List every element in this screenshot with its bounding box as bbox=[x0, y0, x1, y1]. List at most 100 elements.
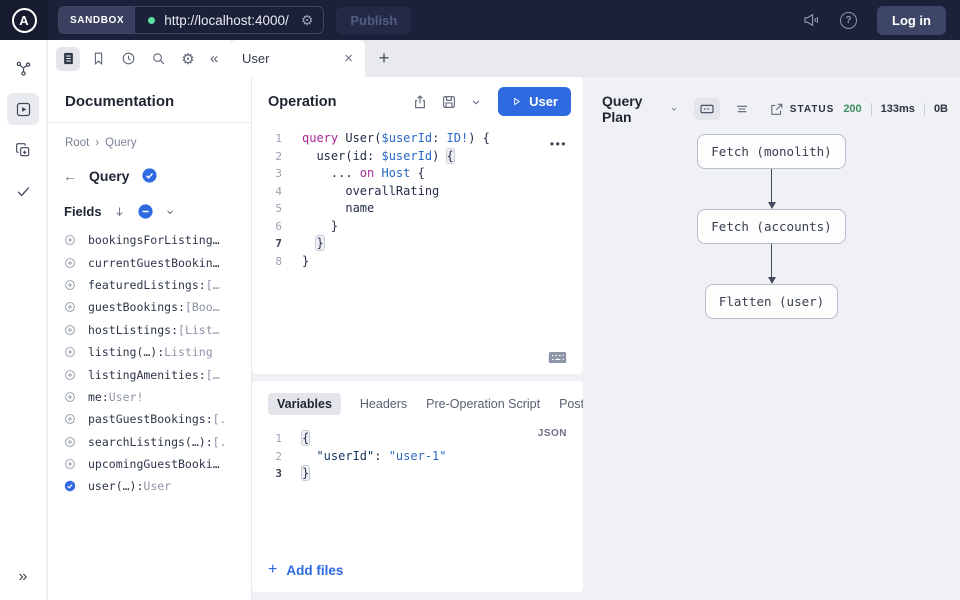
doc-field-item[interactable]: upcomingGuestBooki… bbox=[63, 453, 251, 475]
doc-field-item[interactable]: me: User! bbox=[63, 386, 251, 408]
fields-header: Fields bbox=[48, 184, 251, 220]
save-operation-icon[interactable] bbox=[441, 94, 457, 110]
editor-overflow-menu-icon[interactable]: ••• bbox=[550, 137, 567, 151]
editor-line: 6 } bbox=[252, 218, 583, 236]
open-external-icon[interactable] bbox=[764, 98, 790, 120]
documentation-title: Documentation bbox=[48, 77, 251, 122]
query-plan-node: Fetch (monolith) bbox=[697, 134, 845, 169]
editor-line: 8} bbox=[252, 253, 583, 271]
line-number: 3 bbox=[252, 165, 286, 183]
doc-field-item[interactable]: hostListings: [List… bbox=[63, 319, 251, 341]
add-field-icon bbox=[63, 300, 77, 314]
type-name: Query bbox=[89, 168, 129, 184]
deselect-all-icon[interactable] bbox=[137, 203, 154, 220]
doc-field-item[interactable]: currentGuestBookin… bbox=[63, 251, 251, 273]
query-plan-header: Query Plan STATUS 200 133ms 0B bbox=[583, 77, 960, 125]
breadcrumb-root[interactable]: Root bbox=[65, 137, 89, 149]
expand-rail-icon[interactable]: » bbox=[19, 568, 28, 586]
run-operation-button[interactable]: User bbox=[498, 87, 571, 116]
share-operation-icon[interactable] bbox=[412, 94, 428, 110]
code-line: ... on Host { bbox=[286, 165, 425, 183]
operation-editor[interactable]: 1query User($userId: ID!) {2 user(id: $u… bbox=[252, 130, 583, 270]
tab-close-icon[interactable]: × bbox=[344, 50, 353, 67]
add-field-icon bbox=[63, 345, 77, 359]
query-plan-node: Fetch (accounts) bbox=[697, 209, 845, 244]
operation-actions: User bbox=[412, 87, 571, 116]
field-name: pastGuestBookings: bbox=[88, 412, 213, 426]
announcements-icon[interactable] bbox=[802, 11, 820, 29]
query-plan-title: Query Plan bbox=[602, 93, 662, 125]
plan-view-switcher bbox=[694, 98, 790, 120]
connectors-icon[interactable] bbox=[7, 134, 39, 166]
field-name: guestBookings: bbox=[88, 300, 185, 314]
save-chevron-down-icon[interactable] bbox=[470, 96, 482, 108]
editor-line: 3} bbox=[252, 465, 583, 483]
plan-text-view-icon[interactable] bbox=[729, 98, 755, 120]
line-number: 5 bbox=[252, 200, 286, 218]
doc-field-item[interactable]: pastGuestBookings: [. bbox=[63, 408, 251, 430]
bookmarks-icon[interactable] bbox=[86, 47, 110, 71]
apollo-logo[interactable]: A bbox=[0, 0, 48, 40]
plan-arrow bbox=[768, 244, 776, 284]
field-name: user(…): bbox=[88, 479, 143, 493]
doc-field-item[interactable]: featuredListings: [… bbox=[63, 274, 251, 296]
doc-field-item[interactable]: user(…): User bbox=[63, 475, 251, 497]
doc-field-item[interactable]: listing(…): Listing bbox=[63, 341, 251, 363]
endpoint-url-box[interactable]: SANDBOX http://localhost:4000/ ⚙ bbox=[58, 6, 324, 34]
breadcrumb-separator: › bbox=[95, 137, 99, 149]
vars-tab-post-operation-script[interactable]: Post-Operation Script bbox=[559, 397, 583, 411]
fields-chevron-down-icon[interactable] bbox=[165, 207, 175, 217]
schema-graph-icon[interactable] bbox=[7, 52, 39, 84]
type-selected-check-icon[interactable] bbox=[141, 167, 158, 184]
doc-field-item[interactable]: guestBookings: [Boo… bbox=[63, 296, 251, 318]
add-field-icon bbox=[63, 323, 77, 337]
connection-settings-gear-icon[interactable]: ⚙ bbox=[299, 12, 324, 29]
checks-icon[interactable] bbox=[7, 175, 39, 207]
tab-user[interactable]: User × bbox=[230, 40, 365, 77]
endpoint-url[interactable]: http://localhost:4000/ bbox=[164, 13, 299, 28]
editor-line: 3 ... on Host { bbox=[252, 165, 583, 183]
plus-icon: + bbox=[268, 561, 277, 579]
history-icon[interactable] bbox=[116, 47, 140, 71]
response-view-chevron-icon[interactable] bbox=[670, 104, 678, 114]
status-label: STATUS bbox=[790, 104, 835, 115]
line-number: 2 bbox=[252, 448, 286, 466]
help-icon[interactable]: ? bbox=[840, 12, 857, 29]
doc-field-item[interactable]: bookingsForListing… bbox=[63, 229, 251, 251]
explorer-settings-gear-icon[interactable]: ⚙ bbox=[176, 47, 200, 71]
field-name: bookingsForListing… bbox=[88, 233, 220, 247]
collapse-panel-icon[interactable]: « bbox=[210, 50, 218, 67]
sandbox-badge: SANDBOX bbox=[59, 6, 135, 34]
field-type: User bbox=[143, 479, 171, 493]
line-number: 7 bbox=[252, 235, 286, 253]
doc-field-item[interactable]: listingAmenities: [… bbox=[63, 363, 251, 385]
documentation-panel: Documentation Root › Query ← Query Field… bbox=[48, 77, 252, 600]
line-number: 3 bbox=[252, 465, 286, 483]
add-field-icon bbox=[63, 368, 77, 382]
operation-header: Operation User bbox=[252, 77, 583, 124]
variables-editor[interactable]: 1{2 "userId": "user-1"3} bbox=[252, 430, 583, 483]
code-line: } bbox=[286, 218, 338, 236]
vars-tab-pre-operation-script[interactable]: Pre-Operation Script bbox=[426, 397, 540, 411]
editor-line: 2 "userId": "user-1" bbox=[252, 448, 583, 466]
keyboard-shortcuts-icon[interactable] bbox=[548, 351, 567, 364]
doc-field-item[interactable]: searchListings(…): [. bbox=[63, 431, 251, 453]
topbar-right: ? Log in bbox=[802, 6, 960, 35]
login-button[interactable]: Log in bbox=[877, 6, 946, 35]
sort-fields-icon[interactable] bbox=[113, 205, 126, 218]
documentation-tab-icon[interactable] bbox=[56, 47, 80, 71]
explorer-icon[interactable] bbox=[7, 93, 39, 125]
response-status-bar: STATUS 200 133ms 0B bbox=[790, 103, 948, 116]
new-tab-button[interactable]: + bbox=[365, 40, 403, 77]
fields-list: bookingsForListing… currentGuestBookin…fe… bbox=[48, 220, 251, 498]
field-type: [Boo… bbox=[185, 300, 220, 314]
vars-tab-headers[interactable]: Headers bbox=[360, 397, 407, 411]
vars-tab-variables[interactable]: Variables bbox=[268, 393, 341, 415]
search-icon[interactable] bbox=[146, 47, 170, 71]
field-name: hostListings: bbox=[88, 323, 178, 337]
add-files-button[interactable]: + Add files bbox=[268, 561, 343, 579]
plan-chart-view-icon[interactable] bbox=[694, 98, 720, 120]
publish-button[interactable]: Publish bbox=[336, 7, 411, 34]
line-number: 1 bbox=[252, 130, 286, 148]
back-arrow-icon[interactable]: ← bbox=[63, 168, 77, 184]
